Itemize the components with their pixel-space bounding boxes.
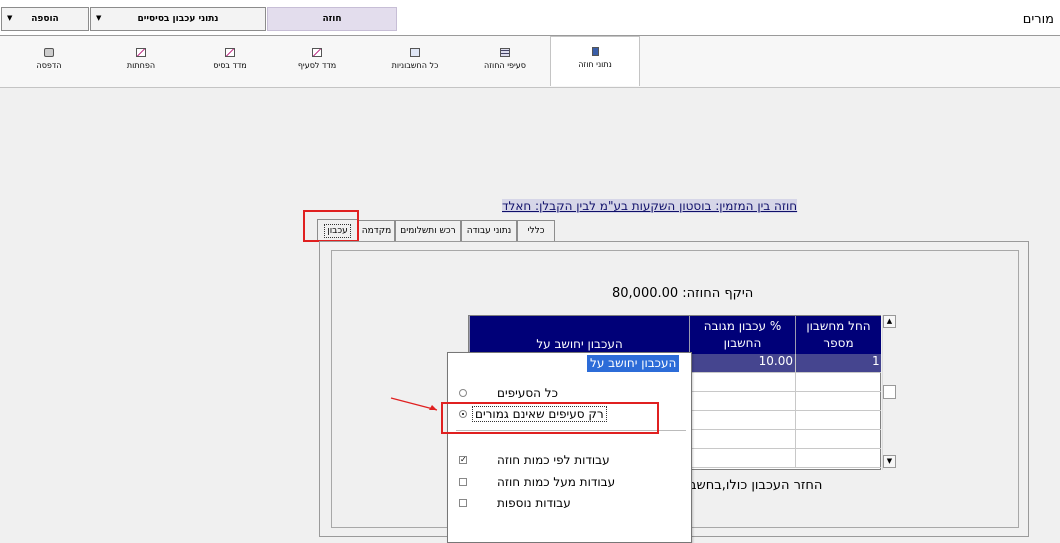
tab-general[interactable]: כללי bbox=[517, 220, 555, 241]
chart-icon bbox=[225, 48, 235, 57]
chevron-down-icon: ▼ bbox=[96, 14, 102, 22]
column-header-percent[interactable]: % עכבון מגובה החשבון bbox=[689, 316, 795, 354]
toolbar-base-index[interactable]: מדד בסיס bbox=[185, 38, 275, 86]
table-cell[interactable] bbox=[795, 430, 881, 449]
checkbox-above-qty[interactable] bbox=[459, 478, 467, 486]
tab-label: רכש ותשלומים bbox=[400, 226, 456, 236]
top-bar: ▼ הוספה ▼ נתוני עכבון בסיסיים חוזה מורים bbox=[0, 0, 1060, 36]
add-button-label: הוספה bbox=[31, 14, 59, 24]
contract-heading: חוזה בין המזמין: בוסטון השקעות בע"מ לבין… bbox=[502, 199, 798, 213]
highlight-box-tab bbox=[303, 210, 359, 242]
tab-label: נתוני עבודה bbox=[466, 226, 512, 236]
toolbar: נתוני חוזה סעיפי החוזה כל החשבוניות מדד … bbox=[0, 36, 1060, 88]
cell-from-invoice[interactable]: 1 bbox=[795, 354, 881, 373]
toolbar-label: הדפסה bbox=[36, 61, 62, 70]
printer-icon bbox=[44, 48, 54, 57]
cell-percent[interactable]: 10.00 bbox=[689, 354, 795, 373]
scroll-up-icon[interactable]: ▲ bbox=[883, 315, 896, 328]
toolbar-all-invoices[interactable]: כל החשבוניות bbox=[370, 38, 460, 86]
table-cell[interactable] bbox=[795, 373, 881, 392]
checkbox-additional-work[interactable] bbox=[459, 499, 467, 507]
toolbar-label: נתוני חוזה bbox=[578, 60, 612, 69]
toolbar-item-index[interactable]: מדד לסעיף bbox=[272, 38, 362, 86]
table-cell[interactable] bbox=[689, 411, 795, 430]
table-cell[interactable] bbox=[689, 430, 795, 449]
annotation-arrow-icon bbox=[390, 397, 438, 411]
toolbar-label: סעיפי החוזה bbox=[484, 61, 526, 70]
return-retention-text: החזר העכבון כולו,בחשב bbox=[689, 478, 823, 493]
toolbar-label: מדד לסעיף bbox=[297, 61, 337, 70]
toolbar-label: מדד בסיס bbox=[213, 61, 247, 70]
tab-label: כללי bbox=[527, 226, 545, 236]
checkbox-contract-qty-label[interactable]: עבודות לפי כמות חוזה bbox=[497, 453, 610, 467]
table-cell[interactable] bbox=[689, 373, 795, 392]
basic-retention-dropdown[interactable]: ▼ נתוני עכבון בסיסיים bbox=[90, 7, 266, 31]
contract-scope-label: היקף החוזה: 80,000.00 bbox=[612, 286, 754, 301]
book-icon bbox=[591, 47, 599, 56]
contract-button-label: חוזה bbox=[322, 14, 342, 24]
dropdown-header[interactable]: העכבון יחושב על bbox=[587, 355, 680, 372]
checkbox-additional-work-label[interactable]: עבודות נוספות bbox=[497, 496, 571, 510]
toolbar-print[interactable]: הדפסה bbox=[4, 38, 94, 86]
table-cell[interactable] bbox=[689, 392, 795, 411]
toolbar-label: כל החשבוניות bbox=[391, 61, 439, 70]
scroll-thumb[interactable] bbox=[883, 385, 896, 399]
toolbar-label: הפחתות bbox=[126, 61, 156, 70]
chevron-down-icon: ▼ bbox=[7, 14, 13, 22]
invoice-icon bbox=[410, 48, 420, 57]
table-cell[interactable] bbox=[795, 449, 881, 468]
toolbar-contract-data[interactable]: נתוני חוזה bbox=[550, 36, 640, 86]
tab-label: מקדמה bbox=[361, 226, 392, 236]
column-header-from-invoice[interactable]: החל מחשבון מספר bbox=[795, 316, 881, 354]
toolbar-contract-items[interactable]: סעיפי החוזה bbox=[460, 38, 550, 86]
radio-all-items[interactable] bbox=[459, 389, 467, 397]
tab-advance[interactable]: מקדמה bbox=[358, 220, 395, 241]
checkbox-above-qty-label[interactable]: עבודות מעל כמות חוזה bbox=[497, 475, 615, 489]
table-cell[interactable] bbox=[795, 411, 881, 430]
chart-icon bbox=[312, 48, 322, 57]
add-button[interactable]: ▼ הוספה bbox=[1, 7, 89, 31]
contract-button[interactable]: חוזה bbox=[267, 7, 397, 31]
grid-scrollbar[interactable]: ▲ ▼ bbox=[882, 315, 896, 470]
radio-all-items-label[interactable]: כל הסעיפים bbox=[497, 386, 558, 400]
checkbox-contract-qty[interactable]: ✓ bbox=[459, 456, 467, 464]
tab-purchases-payments[interactable]: רכש ותשלומים bbox=[395, 220, 461, 241]
table-cell[interactable] bbox=[689, 449, 795, 468]
calc-on-dropdown bbox=[447, 352, 692, 543]
toolbar-reductions[interactable]: הפחתות bbox=[96, 38, 186, 86]
table-icon bbox=[500, 48, 510, 57]
window-title: מורים bbox=[1022, 12, 1054, 27]
highlight-box-option bbox=[441, 402, 659, 434]
chart-icon bbox=[136, 48, 146, 57]
basic-retention-label: נתוני עכבון בסיסיים bbox=[137, 14, 219, 24]
scroll-down-icon[interactable]: ▼ bbox=[883, 455, 896, 468]
column-header-calc-on[interactable]: העכבון יחושב על bbox=[469, 316, 689, 354]
table-cell[interactable] bbox=[795, 392, 881, 411]
tab-work-data[interactable]: נתוני עבודה bbox=[461, 220, 517, 241]
